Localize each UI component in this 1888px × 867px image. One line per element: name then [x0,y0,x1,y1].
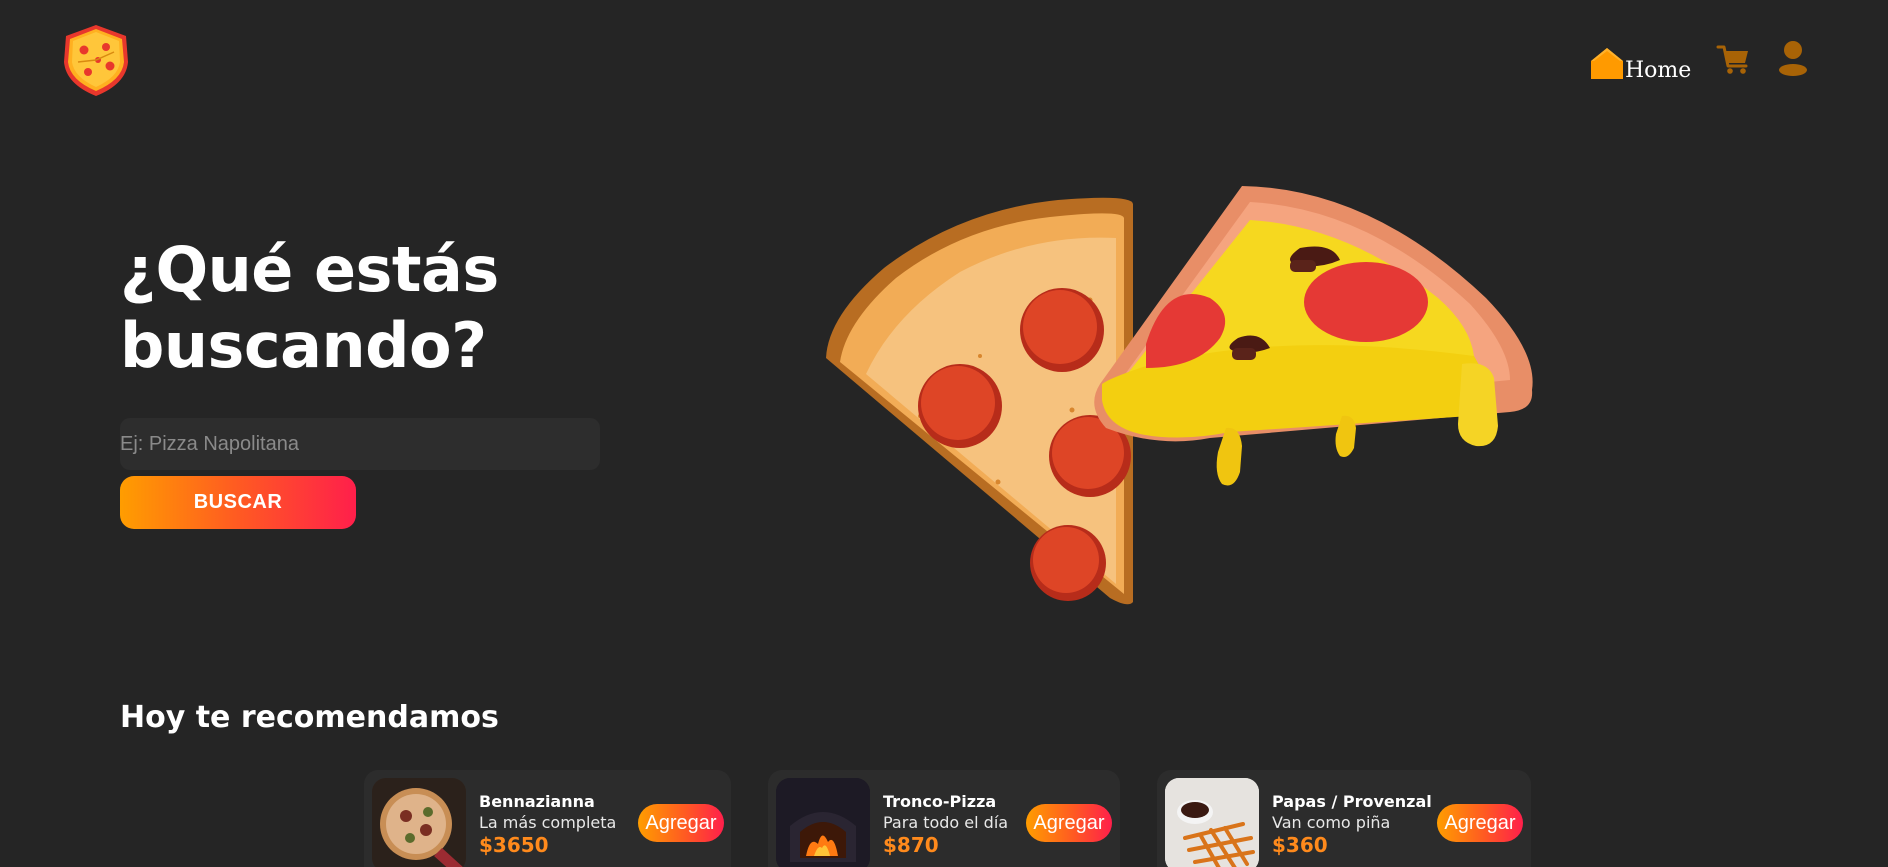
product-price: $870 [883,833,939,857]
search-button[interactable]: BUSCAR [120,476,356,529]
product-card: Bennazianna La más completa $3650 Agrega… [364,770,731,867]
cart-icon[interactable] [1716,42,1750,76]
product-image-pizza [372,778,466,867]
product-price: $360 [1272,833,1328,857]
product-name: Tronco-Pizza [883,792,997,811]
product-description: Para todo el día [883,813,1009,832]
product-name: Papas / Provenzal [1272,792,1432,811]
product-price: $3650 [479,833,549,857]
product-description: La más completa [479,813,617,832]
add-to-cart-button[interactable]: Agregar [1437,804,1523,842]
add-to-cart-button[interactable]: Agregar [638,804,724,842]
hero-title: ¿Qué estás buscando? [120,233,499,382]
home-icon [1591,48,1623,79]
pizza-shield-logo-icon[interactable] [58,22,134,98]
product-description: Van como piña [1272,813,1391,832]
recommendations-title: Hoy te recomendamos [120,700,499,735]
product-name: Bennazianna [479,792,595,811]
product-image-oven [776,778,870,867]
page: Home ¿Qué estás buscando? BUSCAR [0,0,1888,867]
main-nav: Home [1590,38,1807,88]
product-card: Papas / Provenzal Van como piña $360 Agr… [1157,770,1531,867]
nav-home-label: Home [1625,58,1692,83]
search-input[interactable] [120,418,600,470]
user-icon[interactable] [1778,40,1808,76]
pepperoni-slice-icon [826,197,1133,605]
product-image-fries [1165,778,1259,867]
nav-home-link[interactable]: Home [1590,46,1692,83]
pizza-slices-illustration [826,186,1533,605]
product-card: Tronco-Pizza Para todo el día $870 Agreg… [768,770,1120,867]
add-to-cart-button[interactable]: Agregar [1026,804,1112,842]
cheese-slice-icon [1094,186,1533,486]
